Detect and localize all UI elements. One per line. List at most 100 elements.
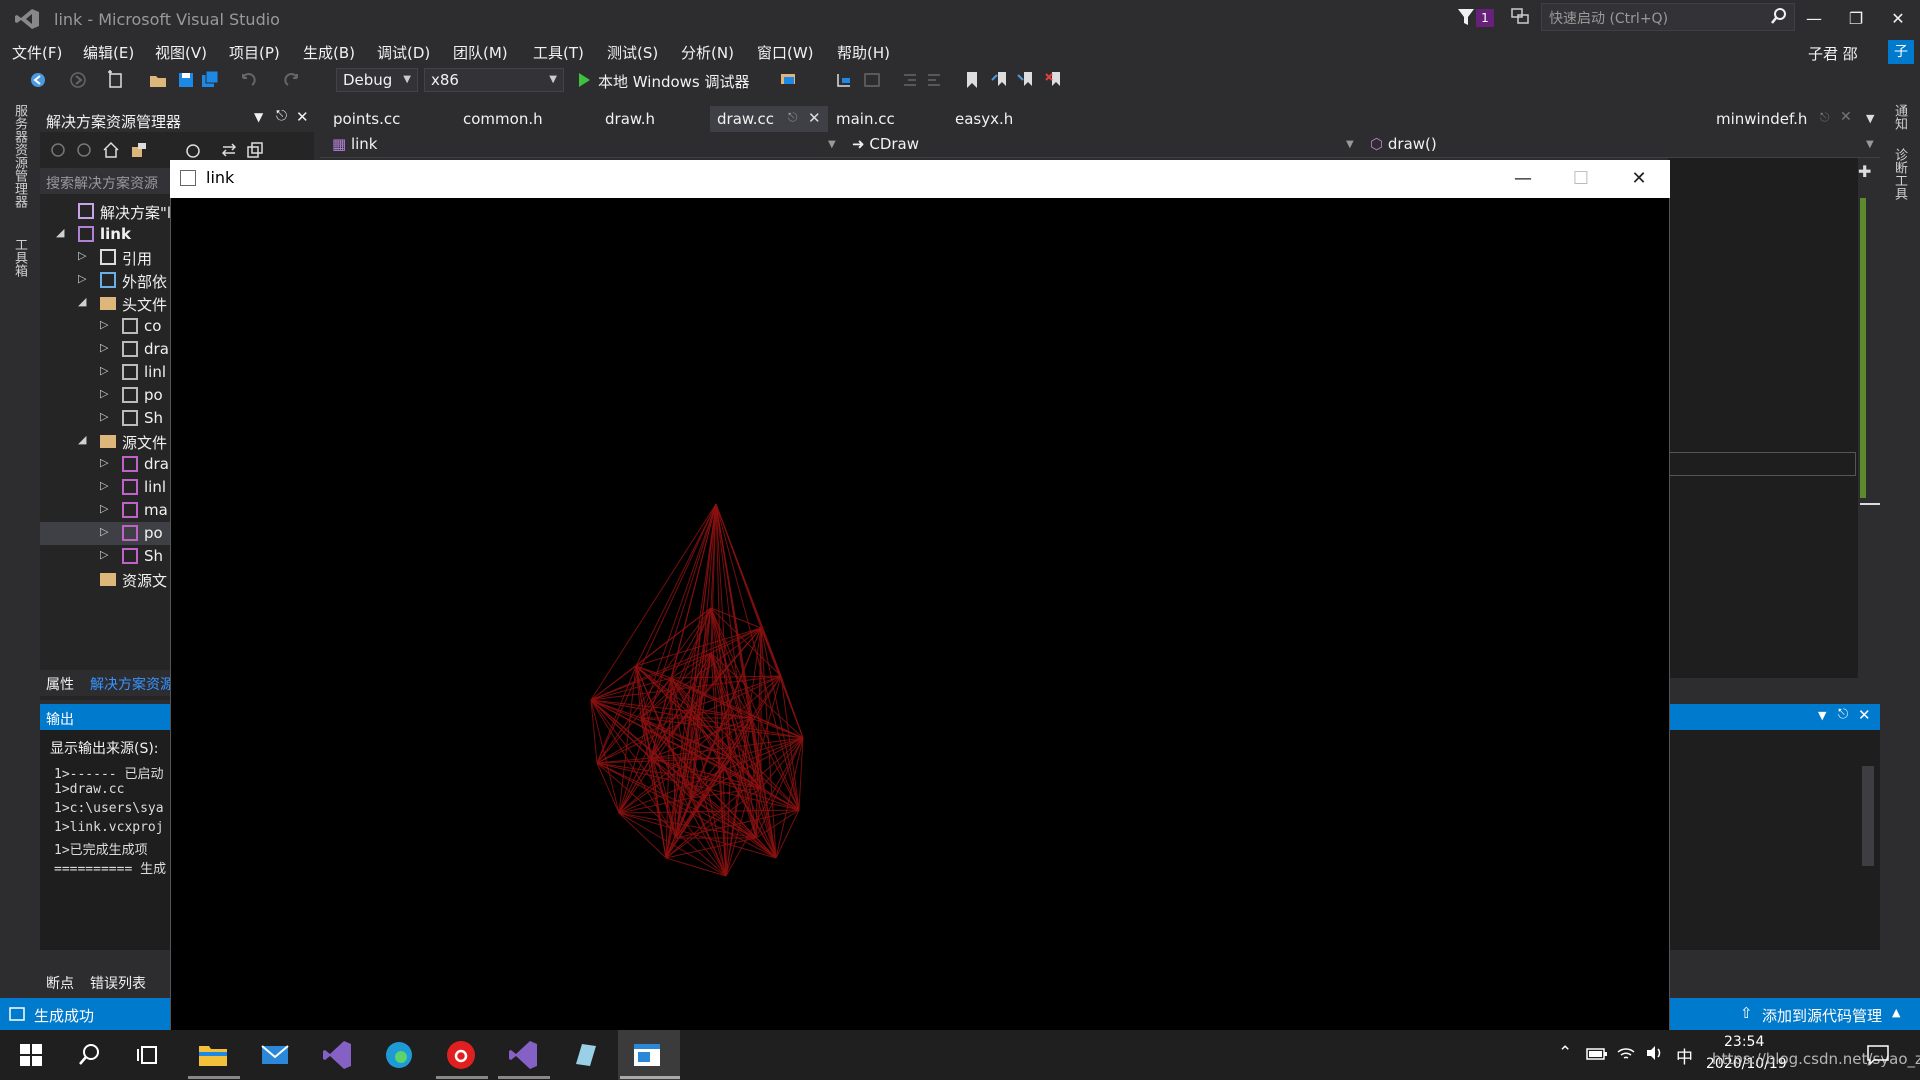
search-icon[interactable] (72, 1038, 106, 1072)
close-tab-icon[interactable]: ✕ (808, 109, 821, 127)
outdent-icon[interactable] (924, 70, 944, 90)
collapsed-icon[interactable]: ▷ (100, 479, 108, 492)
collapsed-icon[interactable]: ▷ (100, 502, 108, 515)
notifications-tab[interactable]: 通知 (1890, 104, 1909, 130)
netease-music-icon[interactable] (444, 1038, 478, 1072)
user-name[interactable]: 子君 邵 (1808, 43, 1858, 64)
collapsed-icon[interactable]: ▷ (78, 272, 86, 285)
indent-icon[interactable] (900, 70, 920, 90)
volume-icon[interactable] (1644, 1044, 1664, 1062)
wifi-icon[interactable] (1616, 1044, 1636, 1062)
redo-icon[interactable] (282, 70, 302, 90)
search-icon[interactable] (1770, 7, 1788, 25)
tab-minwindef-h[interactable]: minwindef.h (1716, 110, 1807, 128)
pin-icon[interactable]: ⎋ (1838, 707, 1848, 722)
class-navigator[interactable]: ➜ CDraw (852, 135, 919, 157)
menu-view[interactable]: 视图(V) (155, 42, 207, 63)
console-window-icon[interactable] (630, 1038, 664, 1072)
task-view-icon[interactable] (132, 1038, 166, 1072)
project-navigator[interactable]: ▦ link (332, 135, 378, 157)
feedback-icon[interactable] (1510, 6, 1530, 26)
tab-error-list[interactable]: 错误列表 (90, 973, 146, 993)
pin-icon[interactable]: ⎋ (788, 110, 798, 125)
browse-icon[interactable] (778, 70, 798, 90)
minimize-button[interactable]: — (1794, 4, 1834, 34)
menu-help[interactable]: 帮助(H) (837, 42, 890, 63)
editor-area[interactable] (1668, 158, 1858, 678)
collapsed-icon[interactable]: ▷ (100, 318, 108, 331)
close-panel-icon[interactable]: ✕ (1858, 706, 1871, 724)
menu-team[interactable]: 团队(M) (453, 42, 508, 63)
tab-draw-h[interactable]: draw.h (605, 110, 655, 128)
collapsed-icon[interactable]: ▷ (100, 341, 108, 354)
chevron-up-icon[interactable]: ▲ (1892, 1006, 1900, 1019)
chevron-down-icon[interactable]: ▼ (1866, 139, 1874, 150)
collapsed-icon[interactable]: ▷ (100, 410, 108, 423)
minimize-button[interactable]: — (1494, 162, 1552, 196)
expanded-icon[interactable]: ◢ (78, 433, 86, 446)
chevron-down-icon[interactable]: ▼ (254, 110, 263, 124)
add-to-source-control-button[interactable]: 添加到源代码管理 (1762, 1005, 1882, 1026)
app-icon[interactable] (568, 1038, 602, 1072)
close-tab-icon[interactable]: ✕ (1840, 109, 1852, 125)
drawing-canvas[interactable] (171, 198, 1669, 1030)
maximize-button[interactable]: ☐ (1552, 162, 1610, 196)
open-file-icon[interactable] (148, 70, 168, 90)
tab-easyx-h[interactable]: easyx.h (955, 110, 1013, 128)
expanded-icon[interactable]: ◢ (78, 295, 86, 308)
tab-draw-cc[interactable]: draw.cc (717, 110, 774, 128)
notification-count-badge[interactable]: 1 (1476, 9, 1494, 27)
battery-icon[interactable] (1586, 1046, 1608, 1062)
menu-debug[interactable]: 调试(D) (377, 42, 430, 63)
menu-build[interactable]: 生成(B) (303, 42, 355, 63)
split-editor-icon[interactable]: ✚ (1858, 162, 1871, 181)
collapse-all-icon[interactable] (246, 141, 264, 159)
collapsed-icon[interactable]: ▷ (100, 548, 108, 561)
clock-time[interactable]: 23:54 (1724, 1034, 1764, 1050)
diagnostic-tools-tab[interactable]: 诊断工具 (1890, 148, 1909, 200)
collapsed-icon[interactable]: ▷ (100, 525, 108, 538)
back-icon[interactable] (50, 142, 66, 158)
play-icon[interactable] (574, 70, 594, 90)
comment-icon[interactable] (862, 70, 882, 90)
chevron-down-icon[interactable]: ▼ (828, 139, 836, 150)
member-navigator[interactable]: ⬡ draw() (1370, 135, 1437, 157)
tab-properties[interactable]: 属性 (46, 674, 74, 694)
tab-overflow-icon[interactable]: ▼ (1866, 112, 1874, 125)
server-explorer-tab[interactable]: 服务器资源管理器 (10, 104, 29, 208)
file-explorer-icon[interactable] (196, 1038, 230, 1072)
vertical-scrollbar[interactable] (1860, 158, 1880, 678)
platform-select[interactable]: x86 ▼ (424, 68, 564, 92)
chevron-down-icon[interactable]: ▼ (1346, 139, 1354, 150)
forward-icon[interactable] (76, 142, 92, 158)
switch-views-icon[interactable] (130, 141, 148, 159)
collapsed-icon[interactable]: ▷ (100, 456, 108, 469)
bookmark-icon[interactable] (962, 70, 982, 90)
restore-button[interactable]: ❐ (1836, 4, 1876, 34)
pending-changes-icon[interactable] (184, 141, 202, 159)
pin-icon[interactable]: ⎋ (276, 108, 287, 124)
notification-filter-icon[interactable] (1457, 7, 1475, 27)
menu-test[interactable]: 测试(S) (607, 42, 658, 63)
mail-icon[interactable] (258, 1038, 292, 1072)
forward-icon[interactable] (68, 70, 88, 90)
previous-bookmark-icon[interactable] (990, 70, 1010, 90)
step-icon[interactable] (834, 70, 854, 90)
menu-file[interactable]: 文件(F) (12, 42, 62, 63)
windows-start-icon[interactable] (14, 1038, 48, 1072)
chevron-up-icon[interactable]: ⌃ (1558, 1043, 1572, 1063)
sync-icon[interactable] (220, 141, 238, 159)
new-project-icon[interactable] (106, 70, 126, 90)
undo-icon[interactable] (238, 70, 258, 90)
tab-points-cc[interactable]: points.cc (333, 110, 400, 128)
close-panel-icon[interactable]: ✕ (296, 108, 309, 126)
notification-center-icon[interactable] (1866, 1044, 1890, 1066)
save-icon[interactable] (176, 70, 196, 90)
chevron-down-icon[interactable]: ▼ (1818, 709, 1826, 722)
tab-solution-explorer[interactable]: 解决方案资源 (90, 674, 174, 694)
menu-project[interactable]: 项目(P) (229, 42, 280, 63)
visual-studio-icon[interactable] (320, 1038, 354, 1072)
expanded-icon[interactable]: ◢ (56, 226, 64, 239)
close-button[interactable]: ✕ (1610, 162, 1668, 196)
graphics-window-titlebar[interactable] (170, 160, 1670, 198)
